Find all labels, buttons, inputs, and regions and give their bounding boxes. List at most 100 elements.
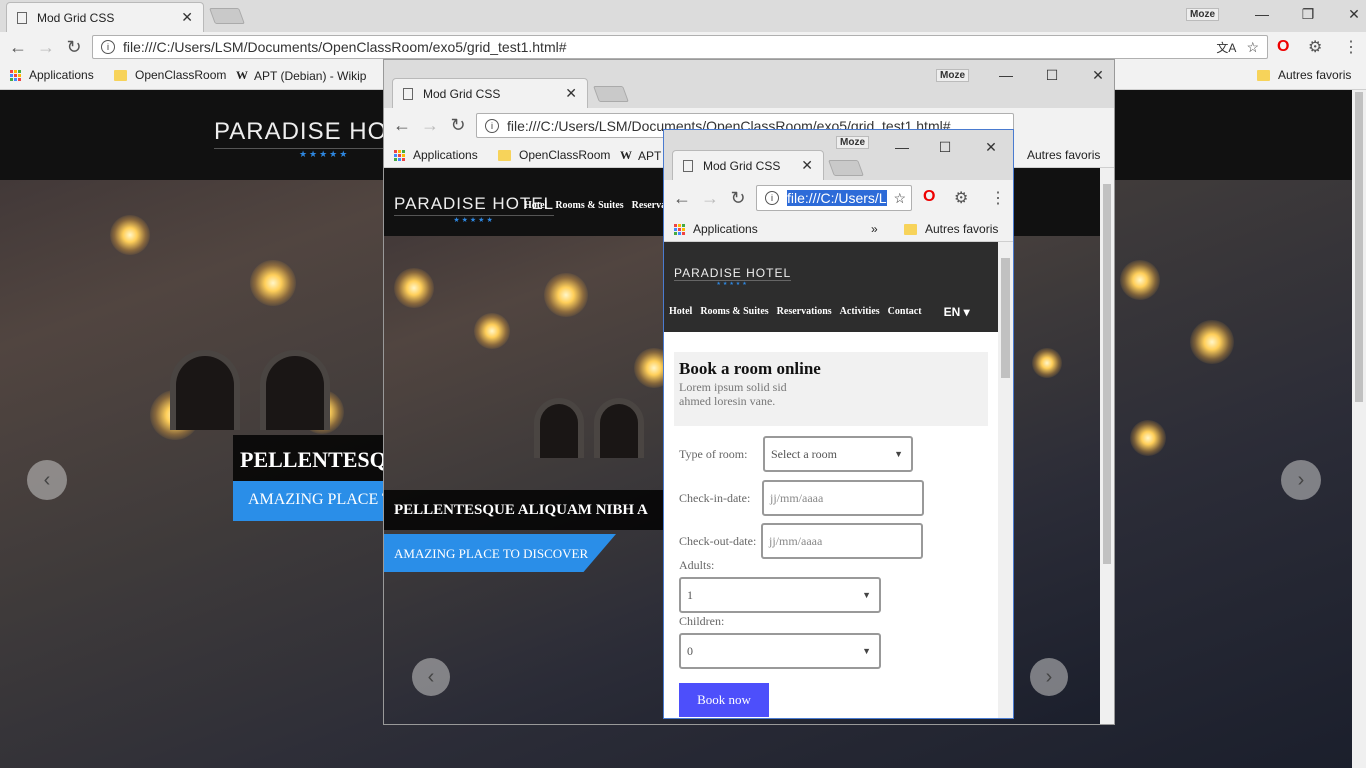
maximize-icon[interactable]: ☐ bbox=[1029, 67, 1075, 84]
info-icon[interactable]: i bbox=[765, 191, 779, 205]
page-scrollbar[interactable] bbox=[1100, 168, 1114, 724]
bridge-arch bbox=[260, 350, 330, 430]
user-badge[interactable]: Moze bbox=[936, 68, 969, 82]
browser-window-narrow: Mod Grid CSS ✕ Moze — ☐ ✕ ← → ↻ i file:/… bbox=[663, 129, 1014, 719]
new-tab-button[interactable] bbox=[828, 160, 864, 176]
slide-caption: PELLENTESQUE ALIQUAM NIBH A bbox=[384, 490, 684, 530]
adults-select[interactable]: 1 ▼ bbox=[679, 577, 881, 613]
info-icon[interactable]: i bbox=[485, 118, 499, 133]
scrollbar-thumb[interactable] bbox=[1103, 184, 1111, 564]
slider-prev-button[interactable]: ‹ bbox=[27, 460, 67, 500]
address-text: file:///C:/Users/LSM/Documents/OpenClass… bbox=[123, 39, 567, 55]
bookmark-apt[interactable]: W APT bbox=[620, 148, 661, 163]
bookmark-label: APT (Debian) - Wikip bbox=[254, 68, 367, 83]
tab-close-icon[interactable]: ✕ bbox=[565, 85, 577, 102]
bookmark-openclassroom[interactable]: OpenClassRoom bbox=[498, 148, 610, 162]
scrollbar-thumb[interactable] bbox=[1355, 92, 1363, 402]
minimize-icon[interactable]: — bbox=[983, 67, 1029, 83]
site-nav: Hotel Rooms & Suites Reserva bbox=[524, 200, 674, 211]
close-icon[interactable]: ✕ bbox=[1075, 67, 1114, 84]
nav-hotel[interactable]: Hotel bbox=[524, 200, 547, 211]
bookmark-applications[interactable]: Applications bbox=[394, 148, 478, 162]
tab-close-icon[interactable]: ✕ bbox=[181, 9, 193, 26]
bookmark-applications[interactable]: Applications bbox=[10, 68, 94, 82]
tab-mod-grid[interactable]: Mod Grid CSS ✕ bbox=[392, 78, 588, 108]
scrollbar-thumb[interactable] bbox=[1001, 258, 1010, 378]
minimize-icon[interactable]: — bbox=[882, 139, 922, 155]
folder-icon bbox=[904, 223, 917, 235]
nav-rooms[interactable]: Rooms & Suites bbox=[555, 200, 623, 211]
nav-contact[interactable]: Contact bbox=[888, 306, 922, 319]
checkout-date-input[interactable]: jj/mm/aaaa bbox=[761, 523, 923, 559]
forward-icon[interactable]: → bbox=[416, 115, 444, 136]
room-type-select[interactable]: Select a room ▼ bbox=[763, 436, 913, 472]
tab-strip: Mod Grid CSS ✕ Moze — ❐ ✕ bbox=[0, 0, 1366, 32]
bookmark-others[interactable]: Autres favoris bbox=[904, 222, 998, 236]
nav-reservations[interactable]: Reservations bbox=[777, 306, 832, 319]
address-bar[interactable]: i file:///C:/Users/L ☆ bbox=[756, 185, 912, 211]
close-icon[interactable]: ✕ bbox=[1331, 6, 1366, 23]
user-badge[interactable]: Moze bbox=[1186, 7, 1219, 21]
opera-icon[interactable]: O bbox=[923, 188, 935, 206]
maximize-icon[interactable]: ❐ bbox=[1285, 6, 1331, 23]
bookmark-others[interactable]: Autres favoris bbox=[1257, 68, 1351, 82]
slider-next-button[interactable]: › bbox=[1030, 658, 1068, 696]
children-value: 0 bbox=[687, 643, 693, 658]
site-logo[interactable]: PARADISE HOTEL ★★★★★ bbox=[674, 266, 792, 287]
window-controls: Moze — ☐ ✕ bbox=[936, 60, 1114, 90]
back-icon[interactable]: ← bbox=[388, 115, 416, 136]
checkin-date-input[interactable]: jj/mm/aaaa bbox=[762, 480, 924, 516]
reload-icon[interactable]: ↻ bbox=[724, 188, 752, 209]
tab-mod-grid[interactable]: Mod Grid CSS ✕ bbox=[6, 2, 204, 32]
wikipedia-icon: W bbox=[620, 148, 632, 162]
bookmark-openclassroom[interactable]: OpenClassRoom bbox=[114, 68, 226, 82]
lamp-light bbox=[1120, 260, 1160, 300]
folder-icon bbox=[1257, 69, 1270, 81]
nav-hotel[interactable]: Hotel bbox=[669, 306, 692, 319]
reload-icon[interactable]: ↻ bbox=[60, 37, 88, 58]
nav-rooms[interactable]: Rooms & Suites bbox=[700, 306, 768, 319]
bookmark-apt[interactable]: W APT (Debian) - Wikip bbox=[236, 68, 366, 83]
reload-icon[interactable]: ↻ bbox=[444, 115, 472, 136]
info-icon[interactable]: i bbox=[101, 40, 115, 54]
tab-mod-grid[interactable]: Mod Grid CSS ✕ bbox=[672, 150, 824, 180]
opera-icon[interactable]: O bbox=[1277, 38, 1289, 56]
bookmark-others[interactable]: Autres favoris bbox=[1027, 148, 1100, 162]
menu-icon[interactable]: ⋮ bbox=[990, 188, 1006, 208]
slider-prev-button[interactable]: ‹ bbox=[412, 658, 450, 696]
new-tab-button[interactable] bbox=[209, 8, 245, 24]
book-now-button[interactable]: Book now bbox=[679, 683, 769, 717]
apps-grid-icon bbox=[10, 69, 21, 81]
slider-next-button[interactable]: › bbox=[1281, 460, 1321, 500]
translate-icon[interactable]: 文A bbox=[1216, 39, 1236, 56]
forward-icon[interactable]: → bbox=[32, 37, 60, 58]
address-bar[interactable]: i file:///C:/Users/LSM/Documents/OpenCla… bbox=[92, 35, 1268, 59]
chevron-left-icon: ‹ bbox=[427, 665, 435, 688]
back-icon[interactable]: ← bbox=[4, 37, 32, 58]
star-icon[interactable]: ☆ bbox=[893, 190, 906, 207]
back-icon[interactable]: ← bbox=[668, 188, 696, 209]
tab-strip: Mod Grid CSS ✕ Moze — ☐ ✕ bbox=[384, 60, 1114, 108]
maximize-icon[interactable]: ☐ bbox=[922, 139, 968, 156]
chevron-double-icon: » bbox=[871, 222, 878, 236]
bookmark-applications[interactable]: Applications bbox=[674, 222, 758, 236]
checkin-label: Check-in-date: bbox=[679, 491, 751, 505]
menu-icon[interactable]: ⋮ bbox=[1343, 37, 1359, 57]
nav-reservations[interactable]: Reserva bbox=[632, 200, 666, 211]
children-select[interactable]: 0 ▼ bbox=[679, 633, 881, 669]
minimize-icon[interactable]: — bbox=[1239, 6, 1285, 22]
language-select[interactable]: EN ▾ bbox=[944, 305, 970, 319]
close-icon[interactable]: ✕ bbox=[968, 139, 1013, 156]
new-tab-button[interactable] bbox=[593, 86, 629, 102]
page-scrollbar[interactable] bbox=[1352, 90, 1366, 768]
nav-activities[interactable]: Activities bbox=[840, 306, 880, 319]
checkout-label: Check-out-date: bbox=[679, 534, 757, 548]
gear-icon[interactable]: ⚙ bbox=[1308, 37, 1322, 57]
star-icon[interactable]: ☆ bbox=[1246, 39, 1259, 56]
tab-close-icon[interactable]: ✕ bbox=[801, 157, 813, 174]
page-scrollbar[interactable] bbox=[998, 242, 1013, 718]
user-badge[interactable]: Moze bbox=[836, 136, 869, 149]
bookmarks-overflow-button[interactable]: » bbox=[871, 222, 878, 236]
forward-icon[interactable]: → bbox=[696, 188, 724, 209]
gear-icon[interactable]: ⚙ bbox=[954, 188, 968, 208]
